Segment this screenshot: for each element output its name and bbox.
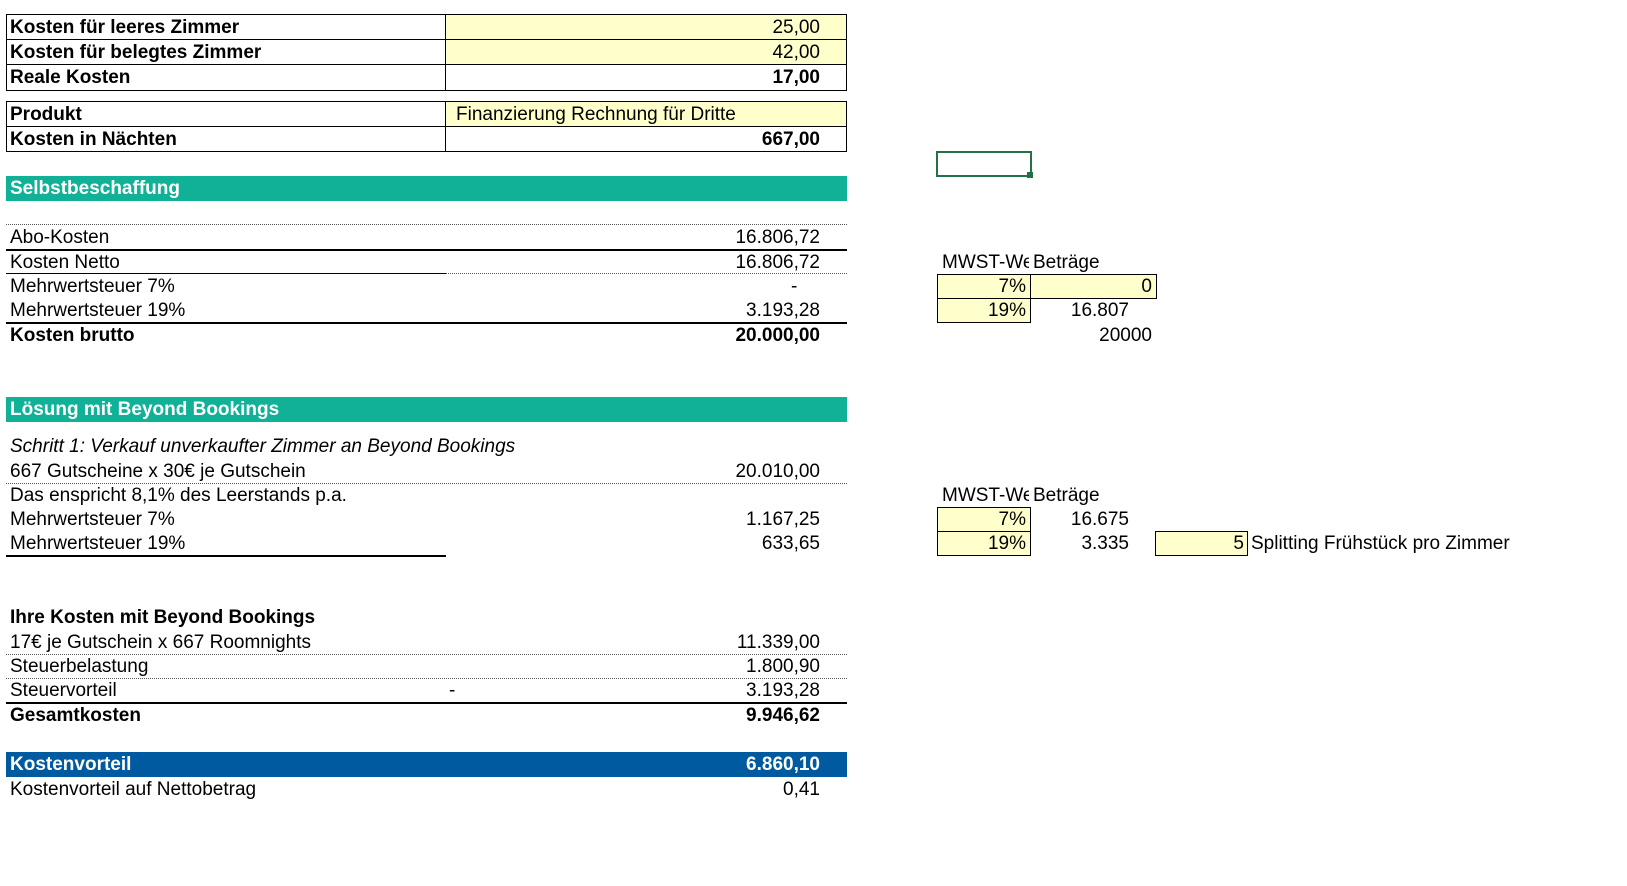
- abo-cost-label: Abo-Kosten: [10, 227, 110, 248]
- cost-advantage-label: Kostenvorteil: [10, 754, 132, 775]
- product-label: Produkt: [10, 104, 82, 125]
- vat-rate-7-value: 7%: [998, 509, 1026, 530]
- nights-cost-label: Kosten in Nächten: [10, 129, 177, 150]
- section-title: Selbstbeschaffung: [10, 178, 180, 199]
- vat7-value: 1.167,25: [746, 509, 820, 530]
- net-advantage-label: Kostenvorteil auf Nettobetrag: [10, 779, 257, 800]
- empty-room-cost-value[interactable]: 25,00: [450, 16, 820, 40]
- tax-advantage-value: 3.193,28: [746, 680, 820, 701]
- selected-cell[interactable]: [936, 151, 1032, 177]
- vat-rate-7-value: 7%: [998, 276, 1026, 297]
- vat-rate-header-text: MWST-We: [942, 485, 1029, 506]
- amounts-header: Beträge: [1033, 485, 1100, 506]
- total-cost-label: Gesamtkosten: [10, 705, 141, 726]
- vat-amount-19-value: 3.335: [1081, 533, 1129, 554]
- abo-cost-value: 16.806,72: [735, 227, 820, 248]
- row-line: [6, 273, 446, 274]
- amounts-header: Beträge: [1033, 252, 1100, 273]
- vat-rate-header-text: MWST-We: [942, 252, 1029, 273]
- real-cost-label: Reale Kosten: [10, 67, 131, 88]
- gross-cost-label: Kosten brutto: [10, 325, 135, 346]
- vat-amount-19-value: 16.807: [1070, 300, 1129, 321]
- breakfast-splitting-value: 5: [1233, 533, 1244, 554]
- net-cost-label: Kosten Netto: [10, 252, 120, 273]
- your-costs-title: Ihre Kosten mit Beyond Bookings: [10, 607, 316, 628]
- vat-amount-7-value: 16.675: [1070, 509, 1129, 530]
- total-cost-value: 9.946,62: [746, 705, 820, 726]
- voucher-cost-value: 11.339,00: [736, 632, 820, 653]
- vat-amount-7-value: 0: [1141, 276, 1152, 297]
- net-advantage-value: 0,41: [783, 779, 820, 800]
- tax-burden-value: 1.800,90: [746, 656, 820, 677]
- spreadsheet-sheet[interactable]: { "top_table": { "rows": [ {"label": "Ko…: [0, 0, 1627, 886]
- empty-room-cost-label: Kosten für leeres Zimmer: [10, 17, 240, 38]
- real-cost-value: 17,00: [772, 67, 820, 88]
- vat-rate-19-value: 19%: [987, 300, 1026, 321]
- vat19-label: Mehrwertsteuer 19%: [10, 300, 186, 321]
- vat-rate-header: MWST-We: [942, 251, 1029, 275]
- step-one-text: Schritt 1: Verkauf unverkaufter Zimmer a…: [10, 436, 516, 457]
- vat7-value: -: [791, 276, 798, 297]
- top-table-vline: [445, 14, 446, 91]
- side-total-value: 20000: [1099, 325, 1152, 346]
- vat-rate-header: MWST-We: [942, 484, 1029, 508]
- vacancy-share-text: Das enspricht 8,1% des Leerstands p.a.: [10, 485, 347, 506]
- gross-cost-value: 20.000,00: [735, 325, 820, 346]
- cost-advantage-value: 6.860,10: [746, 754, 820, 775]
- fill-handle[interactable]: [1027, 172, 1033, 178]
- net-cost-value: 16.806,72: [735, 252, 820, 273]
- section-title: Lösung mit Beyond Bookings: [10, 399, 280, 420]
- vouchers-label: 667 Gutscheine x 30€ je Gutschein: [10, 461, 306, 482]
- vat19-value: 633,65: [761, 533, 820, 554]
- vat19-label: Mehrwertsteuer 19%: [10, 533, 186, 554]
- vat7-label: Mehrwertsteuer 7%: [10, 276, 175, 297]
- vat19-value: 3.193,28: [746, 300, 820, 321]
- occupied-room-cost-value[interactable]: 42,00: [450, 41, 820, 65]
- breakfast-splitting-label: Splitting Frühstück pro Zimmer: [1251, 533, 1510, 554]
- vat7-label: Mehrwertsteuer 7%: [10, 509, 175, 530]
- product-select[interactable]: Finanzierung Rechnung für Dritte: [456, 103, 736, 127]
- row-line: [6, 555, 446, 557]
- tax-burden-label: Steuerbelastung: [10, 656, 149, 677]
- row-line: [446, 273, 847, 274]
- vat-rate-19-value: 19%: [987, 533, 1026, 554]
- tax-advantage-label: Steuervorteil: [10, 680, 117, 701]
- occupied-room-cost-label: Kosten für belegtes Zimmer: [10, 42, 262, 63]
- voucher-cost-label: 17€ je Gutschein x 667 Roomnights: [10, 632, 312, 653]
- nights-cost-value: 667,00: [761, 129, 820, 150]
- vouchers-value: 20.010,00: [735, 461, 820, 482]
- row-line: [6, 224, 847, 225]
